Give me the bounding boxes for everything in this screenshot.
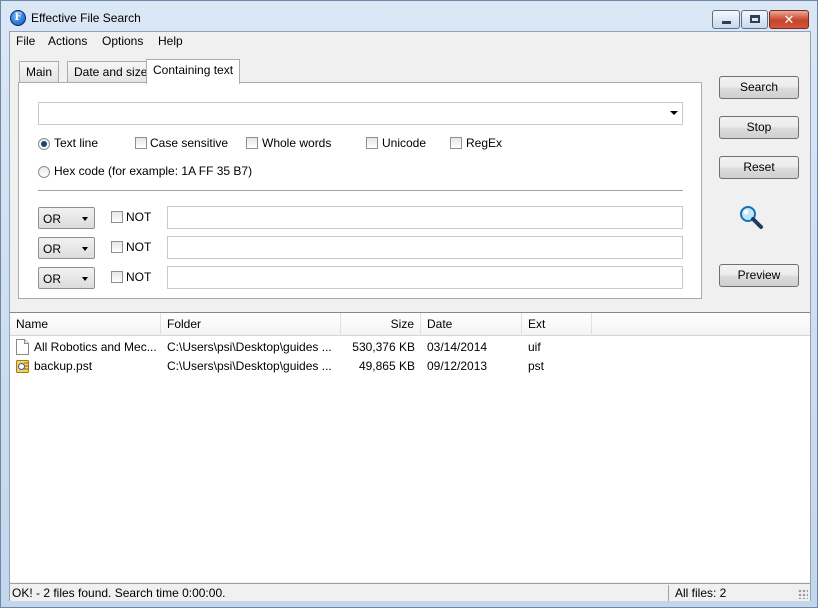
text-line-radio[interactable] [38,138,50,150]
column-header-size[interactable]: Size [341,313,421,336]
condition-2-operator-select[interactable]: OR [38,237,95,259]
unicode-label: Unicode [382,136,427,150]
case-sensitive-checkbox[interactable] [135,137,147,149]
regex-checkbox[interactable] [450,137,462,149]
window-title: Effective File Search [31,11,141,25]
unicode-checkbox[interactable] [366,137,378,149]
reset-button[interactable]: Reset [719,156,799,179]
cell-name: backup.pst [34,359,93,373]
maximize-icon [750,15,760,23]
maximize-button[interactable] [741,10,768,29]
column-header-date[interactable]: Date [421,313,522,336]
condition-2-not-checkbox[interactable] [111,241,123,253]
menu-actions[interactable]: Actions [48,34,87,48]
minimize-button[interactable] [712,10,740,29]
close-button[interactable]: ✕ [769,10,809,29]
cell-folder: C:\Users\psi\Desktop\guides ... [167,340,332,354]
containing-text-panel: Text line Case sensitive Whole words Uni… [18,82,702,299]
menu-bar: File Actions Options Help [10,32,810,51]
condition-1-text-input[interactable] [167,206,683,229]
menu-options[interactable]: Options [102,34,143,48]
cell-folder: C:\Users\psi\Desktop\guides ... [167,359,332,373]
condition-2-not-label: NOT [126,240,152,254]
cell-ext: uif [528,340,541,354]
stop-button[interactable]: Stop [719,116,799,139]
cell-date: 03/14/2014 [427,340,488,354]
case-sensitive-label: Case sensitive [150,136,229,150]
document-icon [16,339,29,355]
whole-words-checkbox[interactable] [246,137,258,149]
app-logo-icon: F [10,10,26,26]
chevron-down-icon[interactable] [670,111,678,115]
column-header-name[interactable]: Name [10,313,161,336]
text-line-label: Text line [54,136,99,150]
divider [38,190,683,191]
chevron-down-icon [82,217,88,221]
outlook-data-file-icon [16,360,29,373]
table-row[interactable]: All Robotics and Mec... C:\Users\psi\Des… [10,338,810,357]
condition-3-operator-select[interactable]: OR [38,267,95,289]
menu-file[interactable]: File [16,34,35,48]
condition-1-not-checkbox[interactable] [111,211,123,223]
operator-value: OR [43,242,61,256]
results-list[interactable]: Name Folder Size Date Ext All Robotics a… [10,312,810,582]
search-button[interactable]: Search [719,76,799,99]
tab-containing-text[interactable]: Containing text [146,59,241,84]
condition-1-not-label: NOT [126,210,152,224]
table-row[interactable]: backup.pst C:\Users\psi\Desktop\guides .… [10,357,810,376]
resize-grip-icon[interactable] [798,589,808,599]
cell-date: 09/12/2013 [427,359,488,373]
close-icon: ✕ [783,12,795,27]
operator-value: OR [43,272,61,286]
minimize-icon [722,21,731,24]
menu-help[interactable]: Help [158,34,183,48]
tab-main[interactable]: Main [19,61,60,83]
cell-ext: pst [528,359,545,373]
condition-2-text-input[interactable] [167,236,683,259]
chevron-down-icon [82,247,88,251]
regex-label: RegEx [466,136,503,150]
column-header-folder[interactable]: Folder [161,313,341,336]
status-message: OK! - 2 files found. Search time 0:00:00… [10,585,669,601]
status-file-count: All files: 2 [675,586,727,600]
preview-button[interactable]: Preview [719,264,799,287]
results-header: Name Folder Size Date Ext [10,313,810,336]
condition-3-not-label: NOT [126,270,152,284]
hex-code-radio[interactable] [38,166,50,178]
cell-name: All Robotics and Mec... [34,340,157,354]
app-window: F Effective File Search ✕ File Actions O… [0,0,818,608]
condition-1-operator-select[interactable]: OR [38,207,95,229]
cell-size: 49,865 KB [358,359,415,373]
column-header-ext[interactable]: Ext [522,313,592,336]
search-text-combo[interactable] [38,102,683,125]
hex-code-label: Hex code (for example: 1A FF 35 B7) [54,164,253,178]
cell-size: 530,376 KB [352,340,415,354]
client-area: File Actions Options Help Main Date and … [9,31,811,601]
title-bar[interactable]: F Effective File Search ✕ [1,1,817,31]
whole-words-label: Whole words [262,136,332,150]
chevron-down-icon [82,277,88,281]
condition-3-not-checkbox[interactable] [111,271,123,283]
operator-value: OR [43,212,61,226]
condition-3-text-input[interactable] [167,266,683,289]
tab-date-and-size[interactable]: Date and size [67,61,155,83]
status-bar: OK! - 2 files found. Search time 0:00:00… [10,583,810,601]
magnifier-icon [740,206,763,229]
